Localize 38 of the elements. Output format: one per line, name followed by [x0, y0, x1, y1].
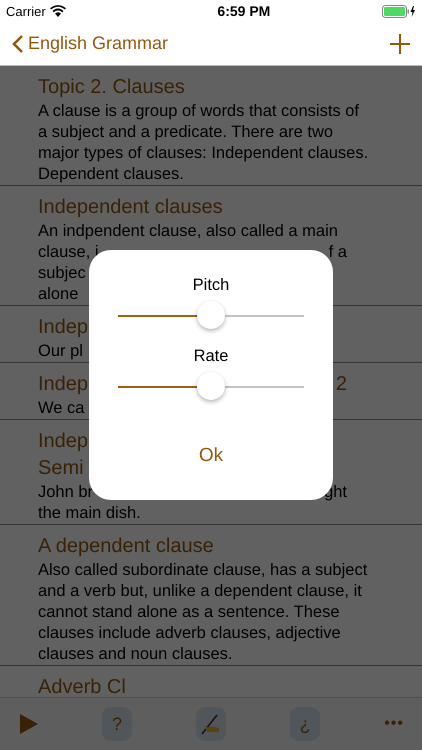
- topic-title: 2: [336, 372, 347, 397]
- topic-title: Topic 2. Clauses: [38, 75, 185, 100]
- carrier-label: Carrier: [6, 4, 46, 18]
- wifi-icon: [50, 5, 66, 17]
- topic-text: A clause is a group of words that consists of a subject and a predicate. There are two major types of clauses: Independent clauses. Dependent clauses.: [38, 101, 370, 185]
- topic-text: We ca: [38, 398, 84, 419]
- topic-text: f a: [328, 242, 347, 263]
- add-icon[interactable]: [390, 34, 410, 54]
- topic-text: Our pl: [38, 341, 83, 362]
- topic-title: Adverb Cl: [38, 675, 126, 700]
- topic-title: Semi: [38, 456, 84, 481]
- topic-title: Indep: [38, 429, 88, 454]
- topic-text: the main dish.: [38, 503, 141, 524]
- battery-icon: [382, 4, 416, 18]
- topic-title: Indep: [38, 315, 88, 340]
- topic-title: Independent clauses: [38, 195, 223, 220]
- ok-button[interactable]: Ok: [192, 444, 230, 468]
- play-button[interactable]: [20, 714, 38, 734]
- toolbar-button[interactable]: ?: [102, 707, 132, 741]
- topic-text: John br: [38, 482, 94, 503]
- topic-title: Indep: [38, 372, 88, 397]
- topic-text: Also called subordinate clause, has a subject and a verb but, unlike a dependent clause, it cannot stand alone as a sentence. These clauses include adverb clauses, adjective clauses and noun clauses.: [38, 560, 368, 665]
- topic-text: alone: [38, 284, 78, 305]
- slider-thumb[interactable]: [197, 301, 225, 329]
- slider[interactable]: [118, 301, 304, 331]
- back-chevron-icon: [12, 34, 24, 54]
- more-button[interactable]: •••: [384, 715, 404, 733]
- topic-title: A dependent clause: [38, 534, 214, 559]
- writing-button[interactable]: [196, 707, 226, 741]
- back-button[interactable]: English Grammar: [12, 33, 168, 54]
- slider-label: Pitch: [192, 275, 230, 296]
- slider-thumb[interactable]: [197, 372, 225, 400]
- slider[interactable]: [118, 372, 304, 402]
- toolbar-button[interactable]: ¿: [290, 707, 320, 741]
- status-time: 6:59 PM: [217, 3, 270, 19]
- slider-label: Rate: [194, 346, 228, 367]
- topic-text: subjec: [38, 263, 86, 284]
- topic-text: An indpendent clause, also called a main: [38, 221, 338, 242]
